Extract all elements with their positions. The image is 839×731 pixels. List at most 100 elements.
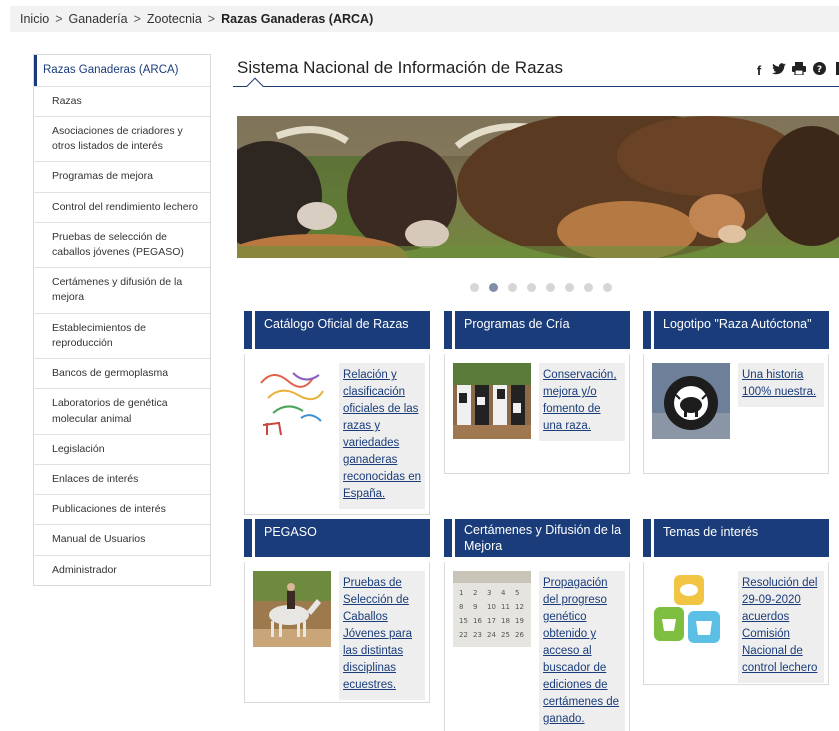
- svg-text:1: 1: [459, 589, 463, 597]
- sidebar-item-pegaso[interactable]: Pruebas de selección de caballos jóvenes…: [34, 221, 210, 267]
- card-header[interactable]: Programas de Cría: [444, 311, 630, 349]
- svg-text:16: 16: [473, 617, 482, 625]
- carousel-dot[interactable]: [546, 283, 555, 292]
- card-link[interactable]: Relación y clasificación oficiales de la…: [339, 363, 425, 509]
- card-header[interactable]: PEGASO: [244, 519, 430, 557]
- card-body: Pruebas de Selección de Caballos Jóvenes…: [244, 562, 430, 703]
- breadcrumb-inicio[interactable]: Inicio: [20, 12, 49, 26]
- sidebar-item-control-lechero[interactable]: Control del rendimiento lechero: [34, 191, 210, 222]
- card-body: Relación y clasificación oficiales de la…: [244, 354, 430, 515]
- carousel-dots: [470, 283, 612, 292]
- catalogo-illustration-image: [253, 363, 331, 439]
- carousel-dot[interactable]: [508, 283, 517, 292]
- card-link[interactable]: Propagación del progreso genético obteni…: [539, 571, 625, 731]
- title-caret: [246, 77, 264, 95]
- breadcrumb-separator: >: [133, 12, 141, 26]
- svg-text:5: 5: [515, 589, 519, 597]
- breadcrumb-ganaderia[interactable]: Ganadería: [69, 12, 128, 26]
- sidebar-item-razas[interactable]: Razas: [34, 85, 210, 116]
- dairy-cows-image: [453, 363, 531, 439]
- card-title: Programas de Cría: [464, 317, 570, 331]
- svg-text:12: 12: [515, 603, 524, 611]
- breadcrumb-current: Razas Ganaderas (ARCA): [221, 12, 374, 26]
- svg-text:9: 9: [473, 603, 477, 611]
- sidebar-item-bancos-germoplasma[interactable]: Bancos de germoplasma: [34, 358, 210, 388]
- card-catalogo-oficial: Catálogo Oficial de Razas Relación y cla…: [244, 311, 430, 515]
- svg-text:8: 8: [459, 603, 463, 611]
- svg-text:2: 2: [473, 589, 477, 597]
- card-header[interactable]: Certámenes y Difusión de la Mejora: [444, 519, 630, 557]
- card-link[interactable]: Resolución del 29-09-2020 acuerdos Comis…: [738, 571, 824, 683]
- svg-text:?: ?: [816, 65, 821, 75]
- card-link[interactable]: Conservación, mejora y/o fomento de una …: [539, 363, 625, 441]
- card-pegaso: PEGASO Pruebas de Selección de Caballos …: [244, 519, 430, 703]
- card-header[interactable]: Temas de interés: [643, 519, 829, 557]
- card-programas-cria: Programas de Cría Conservación, mejora y…: [444, 311, 630, 474]
- sidebar-item-programas-mejora[interactable]: Programas de mejora: [34, 161, 210, 191]
- card-title: PEGASO: [264, 525, 317, 539]
- card-body: Conservación, mejora y/o fomento de una …: [444, 354, 630, 474]
- sidebar-item-asociaciones[interactable]: Asociaciones de criadores y otros listad…: [34, 115, 210, 161]
- title-divider: [233, 86, 839, 87]
- carousel-dot[interactable]: [584, 283, 593, 292]
- sidebar-item-legislacion[interactable]: Legislación: [34, 433, 210, 464]
- card-title: Catálogo Oficial de Razas: [264, 317, 409, 331]
- carousel-dot[interactable]: [470, 283, 479, 292]
- sidebar-item-enlaces[interactable]: Enlaces de interés: [34, 463, 210, 494]
- sidebar-item-publicaciones[interactable]: Publicaciones de interés: [34, 494, 210, 524]
- animal-cubes-image: [652, 571, 730, 647]
- page-title: Sistema Nacional de Información de Razas: [237, 58, 563, 77]
- svg-text:17: 17: [487, 617, 496, 625]
- svg-text:15: 15: [459, 617, 468, 625]
- card-body: Una historia 100% nuestra.: [643, 354, 829, 474]
- twitter-icon[interactable]: [772, 62, 786, 78]
- svg-text:11: 11: [501, 603, 510, 611]
- card-certamenes: Certámenes y Difusión de la Mejora 12345…: [444, 519, 630, 731]
- print-icon[interactable]: [792, 62, 806, 78]
- carousel-dot[interactable]: [603, 283, 612, 292]
- carousel-dot[interactable]: [565, 283, 574, 292]
- share-toolbar: f ?: [752, 62, 839, 78]
- svg-text:18: 18: [501, 617, 510, 625]
- card-link[interactable]: Pruebas de Selección de Caballos Jóvenes…: [339, 571, 425, 700]
- card-title: Certámenes y Difusión de la Mejora: [464, 523, 622, 553]
- card-header[interactable]: Logotipo "Raza Autóctona": [643, 311, 829, 349]
- svg-text:19: 19: [515, 617, 524, 625]
- card-title: Logotipo "Raza Autóctona": [663, 317, 812, 331]
- card-body: 12345 8 9 10 11 12 15 16 17 18 19 22 23 24 25 26 Pro…: [444, 562, 630, 731]
- horse-dressage-image: [253, 571, 331, 647]
- carousel-dot-active[interactable]: [489, 283, 498, 292]
- hero-cattle-image: [237, 116, 839, 258]
- card-temas-interes: Temas de interés Resolución del 29-09-20…: [643, 519, 829, 685]
- sidebar-item-laboratorios[interactable]: Laboratorios de genética molecular anima…: [34, 388, 210, 433]
- breadcrumb: Inicio > Ganadería > Zootecnia > Razas Ganader…: [10, 6, 839, 32]
- calendar-image: 12345 8 9 10 11 12 15 16 17 18 19 22 23 24 25 26: [453, 571, 531, 647]
- carousel-dot[interactable]: [527, 283, 536, 292]
- svg-text:26: 26: [515, 631, 524, 639]
- share-more-icon[interactable]: [832, 62, 839, 78]
- card-link[interactable]: Una historia 100% nuestra.: [738, 363, 824, 407]
- sidebar-item-certamenes[interactable]: Certámenes y difusión de la mejora: [34, 267, 210, 312]
- breadcrumb-separator: >: [55, 12, 63, 26]
- sidebar-item-establecimientos[interactable]: Establecimientos de reproducción: [34, 312, 210, 358]
- raza-autoctona-logo-image: [652, 363, 730, 439]
- svg-text:3: 3: [487, 589, 491, 597]
- breadcrumb-separator: >: [207, 12, 216, 26]
- svg-text:23: 23: [473, 631, 482, 639]
- facebook-icon[interactable]: f: [752, 63, 766, 78]
- card-body: Resolución del 29-09-2020 acuerdos Comis…: [643, 562, 829, 685]
- card-logotipo-raza: Logotipo "Raza Autóctona" Una historia 1…: [643, 311, 829, 474]
- sidebar-nav: Razas Ganaderas (ARCA) Razas Asociacione…: [33, 54, 211, 586]
- breadcrumb-zootecnia[interactable]: Zootecnia: [147, 12, 202, 26]
- card-header[interactable]: Catálogo Oficial de Razas: [244, 311, 430, 349]
- sidebar-item-administrador[interactable]: Administrador: [34, 554, 210, 585]
- svg-text:22: 22: [459, 631, 468, 639]
- svg-text:10: 10: [487, 603, 496, 611]
- sidebar-item-manual[interactable]: Manual de Usuarios: [34, 524, 210, 554]
- sidebar-item-razas-ganaderas[interactable]: Razas Ganaderas (ARCA): [34, 55, 210, 86]
- svg-text:4: 4: [501, 589, 506, 597]
- help-icon[interactable]: ?: [812, 62, 826, 78]
- card-title: Temas de interés: [663, 525, 759, 539]
- svg-text:25: 25: [501, 631, 510, 639]
- svg-text:24: 24: [487, 631, 496, 639]
